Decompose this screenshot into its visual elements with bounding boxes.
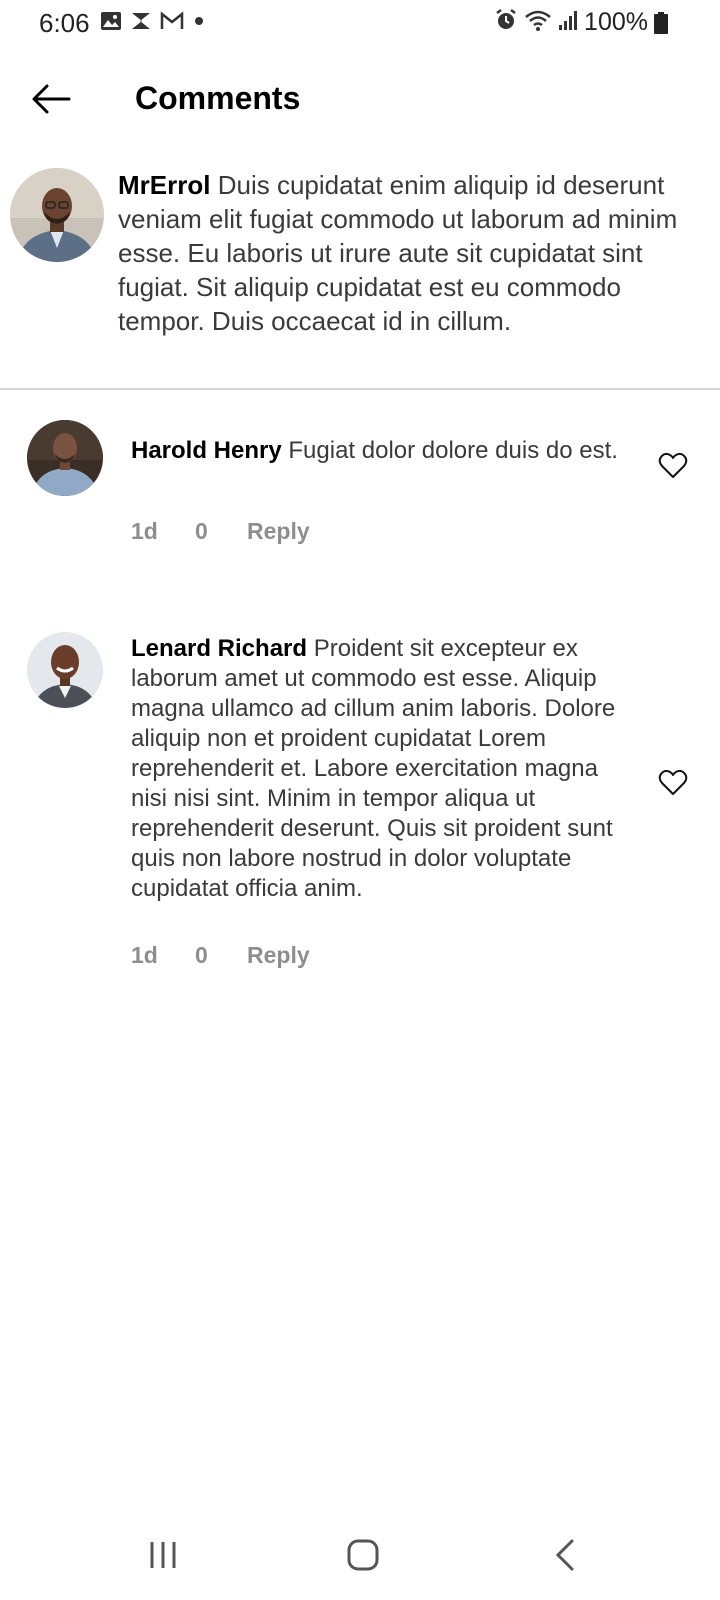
comment-content: Fugiat dolor dolore duis do est. [288, 437, 618, 464]
comment-username[interactable]: Lenard Richard [131, 635, 307, 662]
arrow-left-icon [32, 84, 71, 114]
gmail-icon [160, 10, 184, 36]
home-icon [347, 1539, 379, 1571]
recent-apps-button[interactable] [118, 1510, 208, 1600]
home-button[interactable] [318, 1510, 408, 1600]
back-icon [555, 1539, 574, 1571]
post-username[interactable]: MrErrol [118, 170, 210, 200]
comment-text: Lenard Richard Proident sit excepteur ex… [131, 634, 631, 904]
comment-meta: 1d 0 Reply [131, 518, 310, 545]
comment-meta: 1d 0 Reply [131, 942, 310, 969]
nav-back-button[interactable] [520, 1510, 610, 1600]
like-button[interactable] [658, 768, 688, 798]
comment-content: Proident sit excepteur ex laborum amet u… [131, 635, 616, 902]
status-bar: 6:06 100% [0, 0, 720, 46]
comment-like-count: 0 [195, 518, 208, 544]
comment-text: Harold Henry Fugiat dolor dolore duis do… [131, 436, 631, 466]
status-time: 6:06 [39, 8, 90, 38]
reply-button[interactable]: Reply [247, 518, 310, 545]
system-navigation-bar [0, 1510, 720, 1600]
avatar[interactable] [27, 420, 103, 496]
comment-like-count: 0 [195, 942, 208, 968]
avatar[interactable] [10, 168, 104, 262]
signal-icon [558, 9, 578, 36]
heart-icon [658, 769, 688, 795]
s-app-icon [130, 10, 152, 37]
heart-icon [658, 452, 688, 478]
alarm-icon [494, 8, 518, 37]
battery-icon [654, 11, 668, 34]
dot-icon [192, 14, 206, 33]
comment-username[interactable]: Harold Henry [131, 437, 282, 464]
comment-time: 1d [131, 942, 158, 968]
avatar[interactable] [27, 632, 103, 708]
page-title: Comments [135, 80, 301, 116]
original-post: MrErrol Duis cupidatat enim aliquip id d… [0, 160, 720, 390]
comment-time: 1d [131, 518, 158, 544]
post-text: MrErrol Duis cupidatat enim aliquip id d… [118, 168, 708, 338]
notification-icons [100, 10, 206, 36]
wifi-icon [524, 8, 552, 37]
image-icon [100, 11, 122, 36]
system-status-icons: 100% [494, 8, 668, 37]
back-button[interactable] [28, 76, 74, 122]
like-button[interactable] [658, 451, 688, 481]
recent-apps-icon [150, 1542, 176, 1568]
reply-button[interactable]: Reply [247, 942, 310, 969]
battery-percent: 100% [584, 8, 648, 36]
top-app-bar: Comments [0, 60, 720, 136]
